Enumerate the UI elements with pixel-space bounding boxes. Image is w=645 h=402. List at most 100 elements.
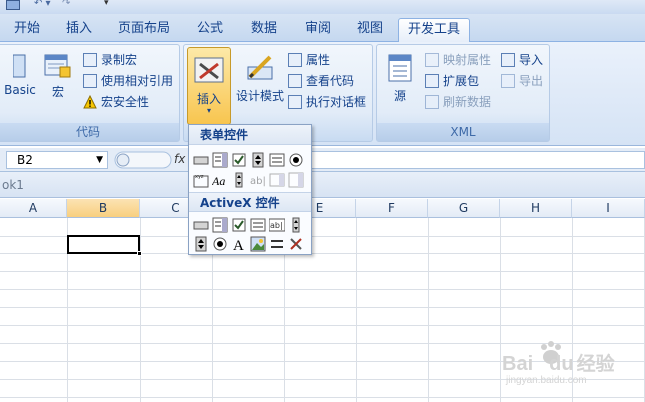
tab-formulas[interactable]: 公式	[190, 18, 230, 42]
column-header-i[interactable]: I	[572, 199, 645, 218]
redo-icon[interactable]: ↷	[62, 0, 70, 9]
activex-option-button-icon[interactable]	[212, 236, 228, 252]
tab-review[interactable]: 审阅	[298, 18, 338, 42]
xml-source-icon	[388, 54, 412, 82]
xml-group: 源 映射属性 扩展包 刷新数据 导入 导出 XML	[376, 44, 550, 142]
text-box-icon[interactable]: ab|	[269, 217, 285, 233]
label-icon[interactable]: Aa	[212, 172, 228, 188]
column-header-a[interactable]: A	[0, 199, 67, 218]
run-dialog-label: 执行对话框	[306, 95, 367, 109]
name-box[interactable]: B2 ▼	[6, 151, 108, 169]
visual-basic-label: Basic	[4, 83, 36, 97]
run-dialog-button[interactable]: 执行对话框	[288, 93, 366, 111]
name-box-dropdown-icon[interactable]: ▼	[96, 152, 103, 168]
excel-window: ↶ ▾ ↷ ▾ 开始 插入 页面布局 公式 数据 审阅 视图 开发工具 Basi…	[0, 0, 645, 402]
visual-basic-button[interactable]: Basic	[1, 53, 39, 97]
map-properties-label: 映射属性	[443, 53, 492, 67]
activex-label-icon[interactable]: A	[231, 236, 247, 252]
watermark-brand: Bai	[502, 353, 534, 375]
save-icon[interactable]	[6, 0, 20, 10]
watermark-cn: 经验	[576, 354, 615, 375]
activex-list-box-icon[interactable]	[250, 217, 266, 233]
list-box-icon[interactable]	[269, 152, 285, 168]
expansion-packs-button[interactable]: 扩展包	[425, 72, 479, 90]
refresh-data-button[interactable]: 刷新数据	[425, 93, 491, 111]
activex-combo-box-icon[interactable]	[212, 217, 228, 233]
properties-button[interactable]: 属性	[288, 51, 330, 69]
relative-reference-icon	[83, 74, 97, 88]
active-cell-b2[interactable]	[67, 235, 142, 256]
tab-insert[interactable]: 插入	[60, 18, 98, 42]
record-macro-icon	[83, 53, 97, 67]
record-macro-label: 录制宏	[101, 53, 138, 67]
image-icon[interactable]	[250, 236, 266, 252]
relative-reference-button[interactable]: 使用相对引用	[83, 72, 173, 90]
more-controls-icon[interactable]	[288, 236, 304, 252]
column-header-f[interactable]: F	[356, 199, 428, 218]
tab-page-layout[interactable]: 页面布局	[112, 18, 176, 42]
import-button[interactable]: 导入	[501, 51, 543, 69]
svg-text:xyz: xyz	[195, 174, 204, 180]
name-box-value: B2	[17, 153, 33, 167]
tab-view[interactable]: 视图	[350, 18, 390, 42]
tab-data[interactable]: 数据	[244, 18, 284, 42]
insert-control-button[interactable]: 插入 ▾	[187, 47, 231, 125]
map-properties-button[interactable]: 映射属性	[425, 51, 491, 69]
export-button[interactable]: 导出	[501, 72, 543, 90]
column-header-g[interactable]: G	[428, 199, 500, 218]
svg-text:Aa: Aa	[212, 174, 225, 188]
refresh-data-icon	[425, 95, 439, 109]
properties-label: 属性	[306, 53, 331, 67]
checkbox-icon[interactable]	[231, 152, 247, 168]
insert-controls-dropdown: 表单控件 xyz Aa ab| ActiveX 控件 ab| A	[188, 124, 312, 255]
combo-box-icon[interactable]	[212, 152, 228, 168]
option-button-icon[interactable]	[288, 152, 304, 168]
tab-home[interactable]: 开始	[8, 18, 46, 42]
properties-icon	[288, 53, 302, 67]
macros-icon	[44, 54, 71, 78]
design-mode-icon	[247, 55, 273, 80]
watermark-url: jingyan.baidu.com	[506, 375, 587, 386]
macro-security-button[interactable]: 宏安全性	[83, 93, 149, 111]
view-code-icon	[288, 74, 302, 88]
ribbon: Basic 宏 录制宏 使用相对引用 宏安全性 代码 插入 ▾ 设计模式 属性 …	[0, 42, 645, 146]
xml-group-caption: XML	[377, 123, 549, 141]
design-mode-button[interactable]: 设计模式	[234, 53, 286, 104]
tab-developer[interactable]: 开发工具	[398, 18, 470, 42]
group-box-icon[interactable]: xyz	[193, 172, 209, 188]
insert-function-icon[interactable]: fx	[174, 152, 185, 166]
import-label: 导入	[519, 53, 544, 67]
formula-bar-expander-icon[interactable]	[114, 151, 172, 169]
spinner-icon[interactable]	[250, 152, 266, 168]
scroll-bar-icon[interactable]	[231, 172, 247, 188]
svg-text:ab|: ab|	[270, 221, 283, 230]
relative-reference-label: 使用相对引用	[101, 74, 174, 88]
button-icon[interactable]	[193, 152, 209, 168]
ribbon-tabs: 开始 插入 页面布局 公式 数据 审阅 视图 开发工具	[0, 14, 645, 42]
view-code-button[interactable]: 查看代码	[288, 72, 354, 90]
quick-access-toolbar: ↶ ▾ ↷ ▾	[0, 0, 645, 14]
undo-icon[interactable]: ↶ ▾	[34, 0, 51, 9]
source-button[interactable]: 源	[385, 53, 415, 104]
spin-button-icon[interactable]	[193, 236, 209, 252]
toggle-button-icon[interactable]	[269, 236, 285, 252]
macros-button[interactable]: 宏	[43, 53, 73, 100]
column-header-b[interactable]: B	[67, 199, 140, 218]
record-macro-button[interactable]: 录制宏	[83, 51, 137, 69]
view-code-label: 查看代码	[306, 74, 355, 88]
baidu-watermark: Bai du 经验 jingyan.baidu.com	[502, 335, 617, 390]
activex-scroll-bar-icon[interactable]	[288, 217, 304, 233]
fill-handle[interactable]	[137, 251, 142, 256]
macros-label: 宏	[51, 85, 64, 99]
warning-icon	[83, 94, 97, 109]
refresh-data-label: 刷新数据	[443, 95, 492, 109]
command-button-icon[interactable]	[193, 217, 209, 233]
text-field-icon[interactable]: ab|	[250, 172, 266, 188]
formula-bar-row: B2 ▼ fx	[0, 148, 645, 172]
combo-list-icon[interactable]	[269, 172, 285, 188]
activex-checkbox-icon[interactable]	[231, 217, 247, 233]
run-dialog-icon	[288, 95, 302, 109]
customize-qat-icon[interactable]: ▾	[104, 0, 109, 8]
column-header-h[interactable]: H	[500, 199, 572, 218]
combo-dropdown-icon[interactable]	[288, 172, 304, 188]
